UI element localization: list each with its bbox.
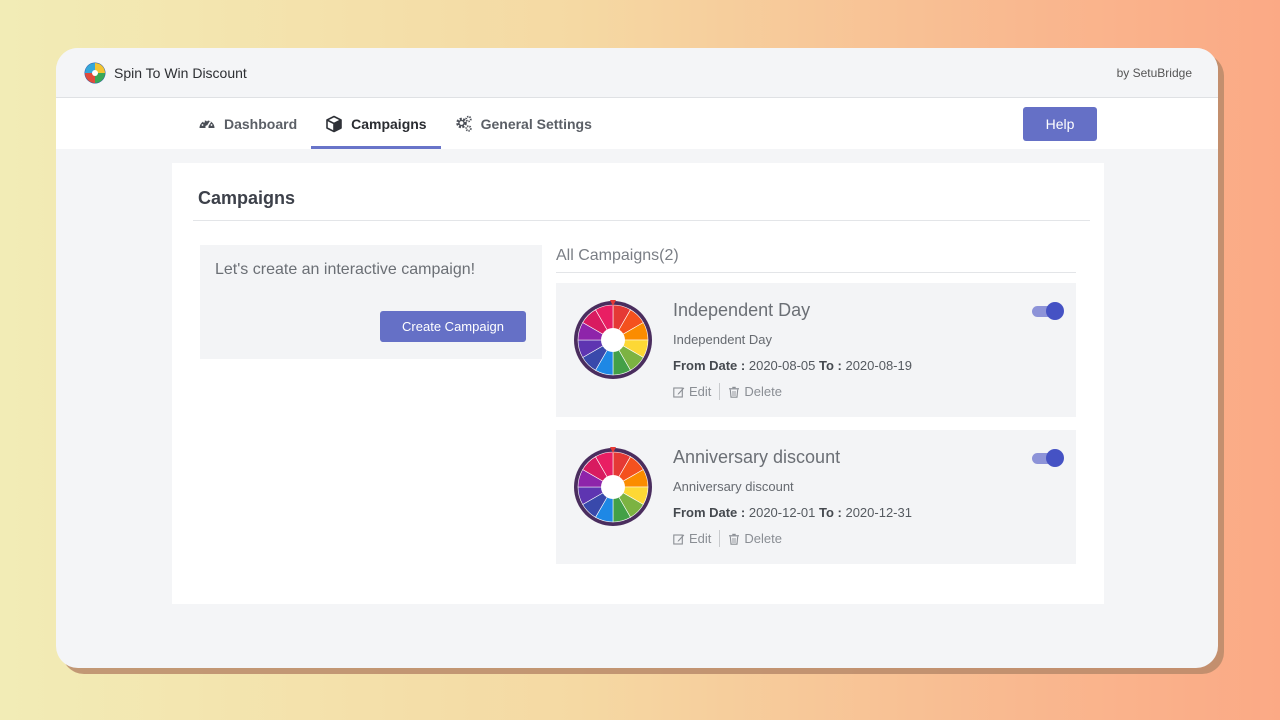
campaign-name: Independent Day [673,300,811,320]
campaign-actions: Edit Delete [673,530,782,547]
action-separator [719,383,721,400]
delete-label: Delete [744,384,782,399]
tab-campaigns[interactable]: Campaigns [311,98,442,149]
spin-wheel-icon [574,447,652,526]
tab-general-settings[interactable]: General Settings [441,98,606,149]
to-date-value: 2020-12-31 [845,505,912,520]
gears-icon [455,115,472,132]
campaign-description: Anniversary discount [673,479,794,494]
edit-icon [673,533,685,545]
action-separator [719,530,721,547]
campaign-enabled-toggle[interactable] [1032,449,1064,467]
create-campaign-box: Let's create an interactive campaign! Cr… [200,245,542,359]
app-title: Spin To Win Discount [114,64,247,81]
all-campaigns-divider [556,272,1076,273]
page-title: Campaigns [198,188,296,208]
create-prompt: Let's create an interactive campaign! [215,261,476,278]
title-bar: Spin To Win Discount by SetuBridge [56,48,1218,98]
campaign-dates: From Date : 2020-12-01 To : 2020-12-31 [673,505,912,520]
spin-wheel-icon [574,300,652,379]
app-window: Spin To Win Discount by SetuBridge Dashb… [56,48,1218,668]
trash-icon [729,386,740,398]
tab-dashboard-label: Dashboard [224,115,298,132]
edit-button[interactable]: Edit [673,384,711,399]
help-button[interactable]: Help [1023,107,1097,141]
tab-dashboard[interactable]: Dashboard [184,98,311,149]
create-campaign-button[interactable]: Create Campaign [380,311,526,342]
title-divider [193,220,1090,221]
campaigns-panel: Campaigns Let's create an interactive ca… [172,163,1104,604]
campaign-name: Anniversary discount [673,447,841,467]
tab-general-settings-label: General Settings [480,115,592,132]
trash-icon [729,533,740,545]
nav-bar: Dashboard Campaigns General Settings Hel… [56,98,1218,149]
edit-label: Edit [689,531,712,546]
cube-icon [326,115,342,132]
edit-label: Edit [689,384,712,399]
delete-button[interactable]: Delete [728,384,782,399]
toggle-knob [1046,302,1064,320]
app-logo-icon [84,62,106,83]
all-campaigns-heading: All Campaigns(2) [556,247,679,264]
campaign-dates: From Date : 2020-08-05 To : 2020-08-19 [673,358,912,373]
delete-button[interactable]: Delete [728,531,782,546]
edit-icon [673,386,685,398]
from-date-value: 2020-12-01 [748,505,816,520]
tab-campaigns-label: Campaigns [351,115,427,132]
delete-label: Delete [744,531,782,546]
from-date-label: From Date : [673,358,746,373]
toggle-knob [1046,449,1064,467]
to-date-value: 2020-08-19 [845,358,912,373]
to-date-label: To : [818,358,842,373]
campaign-description: Independent Day [673,332,773,347]
from-date-value: 2020-08-05 [748,358,816,373]
to-date-label: To : [818,505,842,520]
campaign-card: Anniversary discount Anniversary discoun… [556,430,1076,564]
campaign-enabled-toggle[interactable] [1032,302,1064,320]
dashboard-gauge-icon [199,119,215,129]
from-date-label: From Date : [673,505,746,520]
edit-button[interactable]: Edit [673,531,711,546]
campaign-actions: Edit Delete [673,383,782,400]
campaign-card: Independent Day Independent Day From Dat… [556,283,1076,417]
vendor-label: by SetuBridge [1116,65,1192,80]
